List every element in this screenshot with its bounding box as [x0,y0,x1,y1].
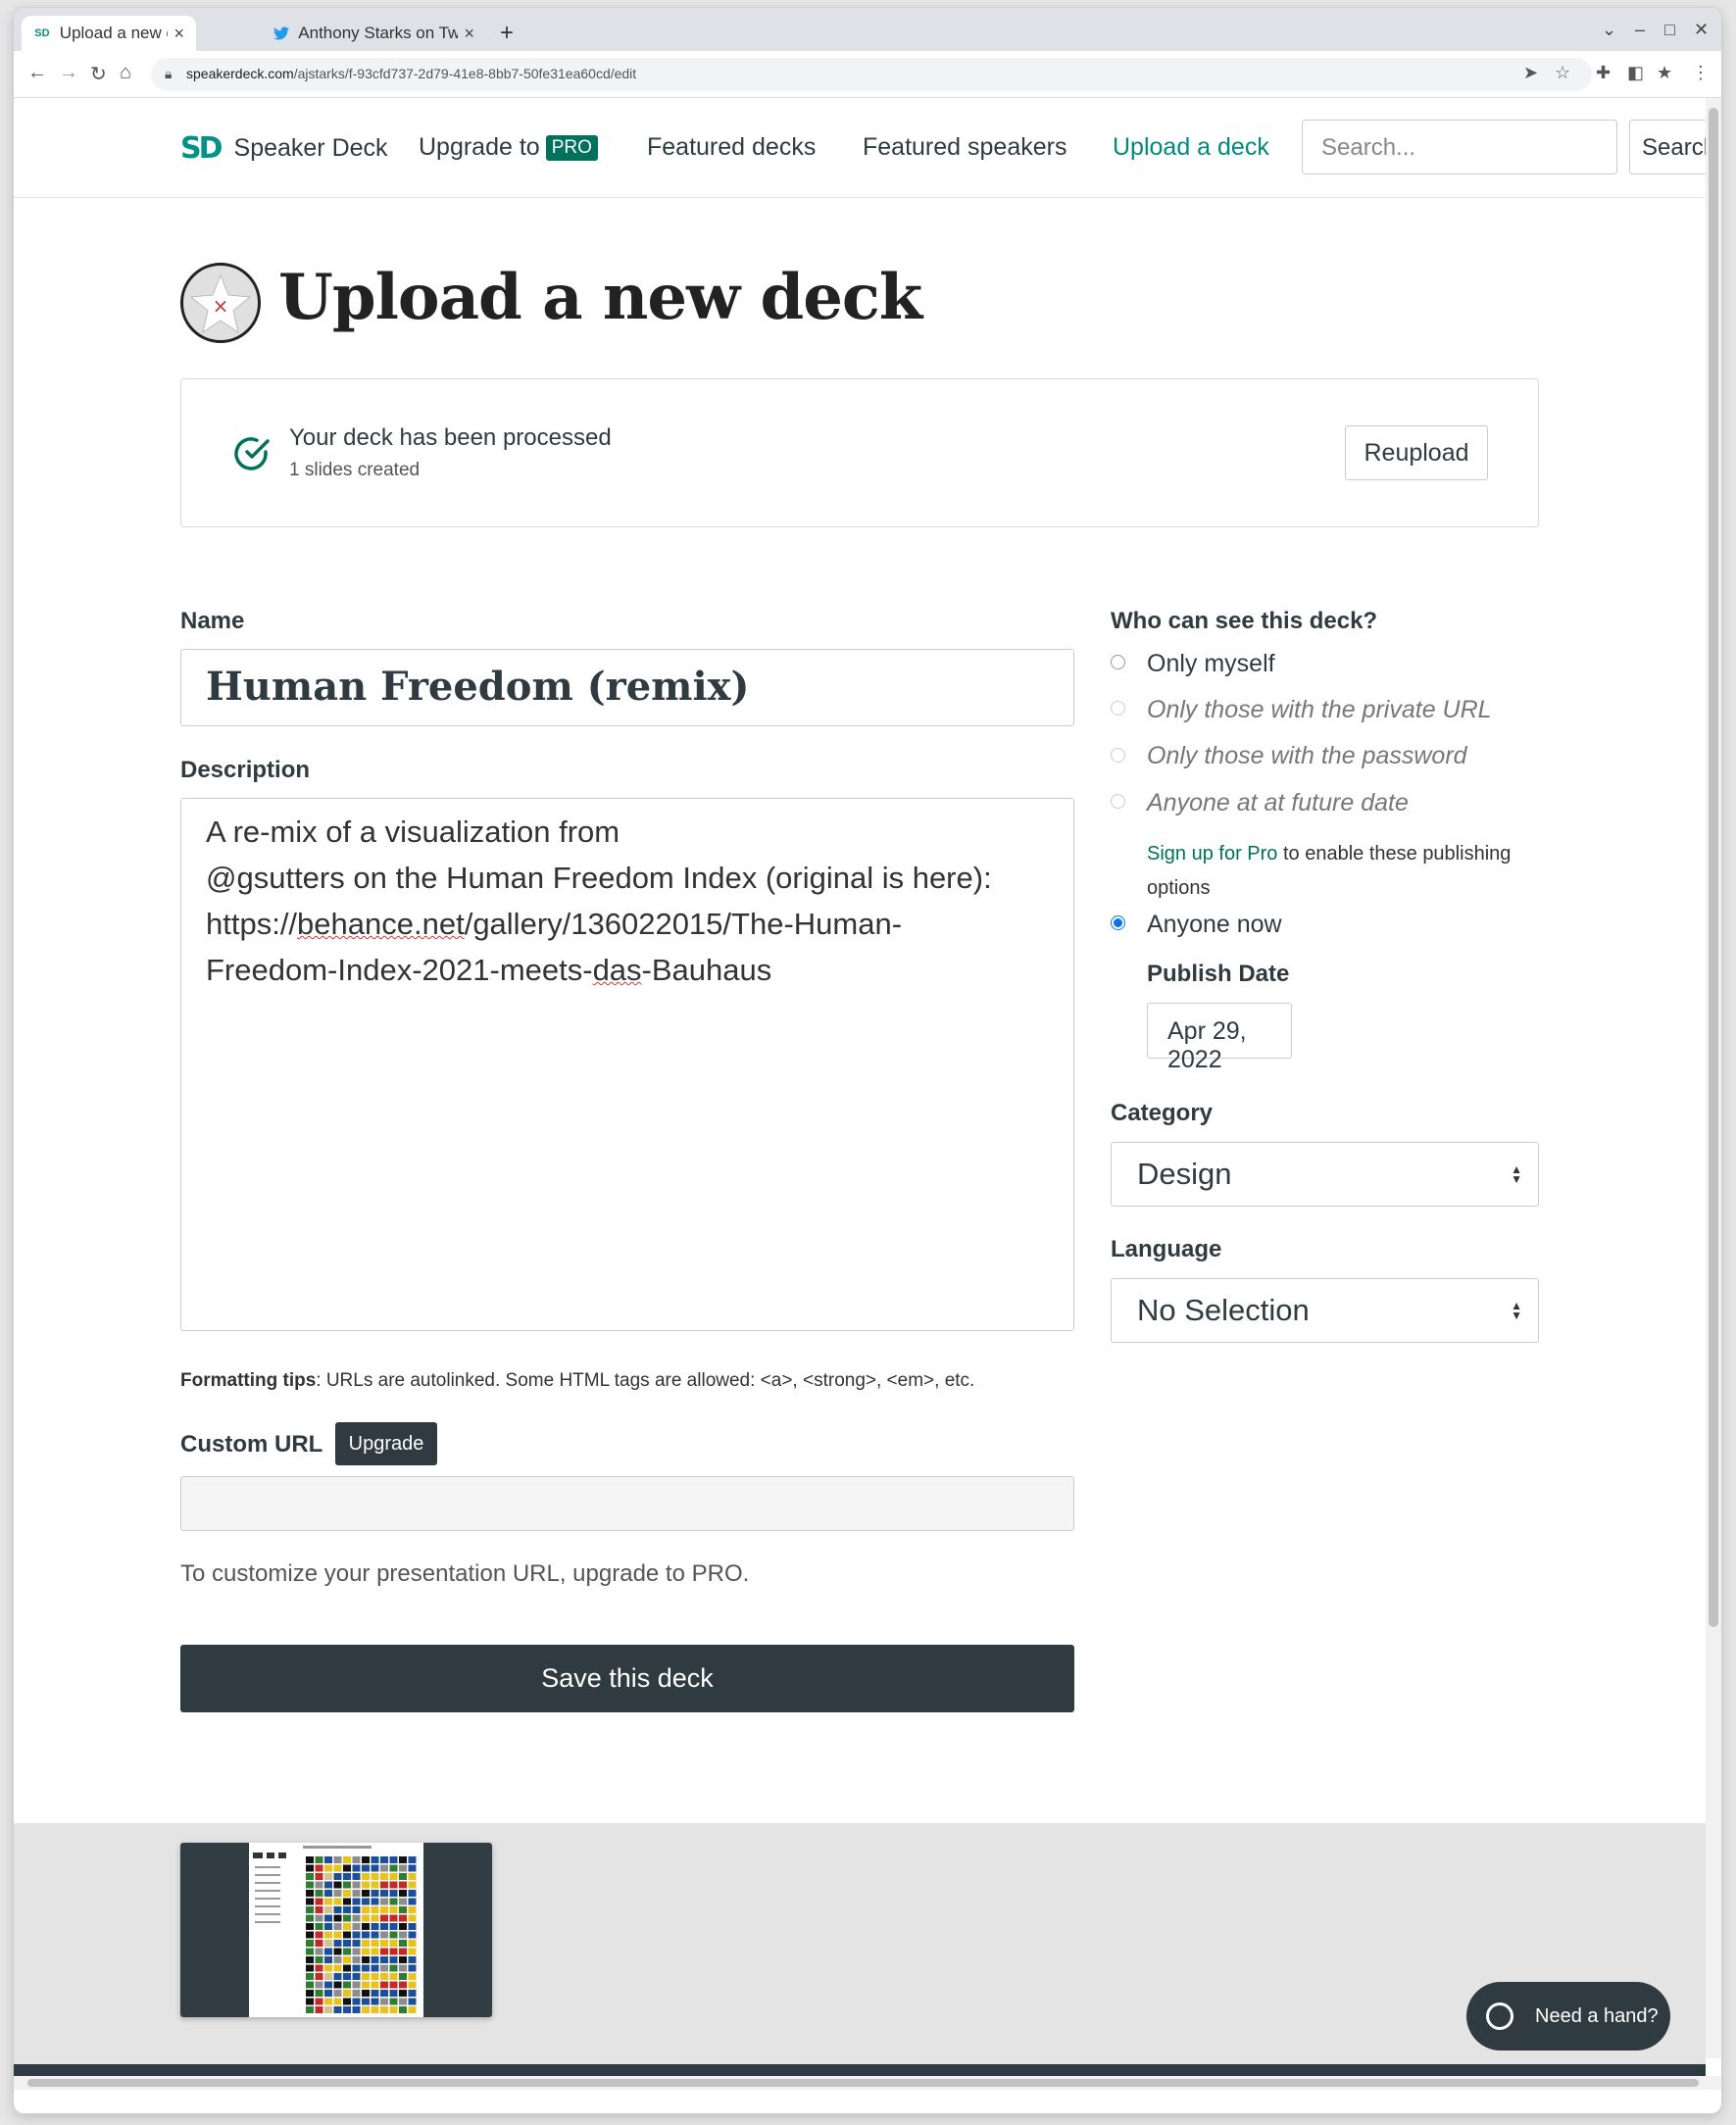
browser-window: SD Upload a new deck - Speaker Deck × An… [14,8,1721,2113]
description-textarea[interactable]: A re-mix of a visualization from @gsutte… [180,798,1074,1331]
logo-text: Speaker Deck [233,134,388,162]
extensions-icon[interactable]: ✚ [1596,63,1611,83]
page-title: Upload a new deck [278,261,922,334]
publish-date-label: Publish Date [1147,961,1290,987]
help-label: Need a hand? [1535,2004,1659,2027]
custom-url-input[interactable] [180,1476,1074,1531]
footer-bar [14,2064,1706,2076]
language-label: Language [1111,1236,1222,1262]
slide-preview-area: Need a hand? [14,1823,1706,2076]
back-icon[interactable]: ← [27,62,47,84]
status-title: Your deck has been processed [289,424,612,451]
check-circle-icon [234,437,270,470]
option-future-date: Anyone at at future date [1147,789,1409,816]
name-input[interactable]: Human Freedom (remix) [180,649,1074,726]
tab-speakerdeck[interactable]: SD Upload a new deck - Speaker Deck × [22,16,196,51]
upload-deck-link[interactable]: Upload a deck [1113,133,1269,162]
horizontal-scrollbar[interactable] [14,2076,1721,2090]
radio-only-myself[interactable] [1111,655,1125,669]
minimize-icon[interactable]: – [1635,20,1645,40]
radio-anyone-now[interactable] [1111,915,1125,930]
avatar: × [180,263,261,343]
search-button[interactable]: Search [1629,120,1717,174]
new-tab-icon[interactable]: + [500,20,514,47]
description-line: A re-mix of a visualization from [206,815,620,849]
profile-icon[interactable]: ★ [1657,63,1672,83]
speakerdeck-logo-icon: SD [180,131,223,166]
radio-future-date [1111,794,1125,809]
radio-password [1111,748,1125,763]
save-deck-button[interactable]: Save this deck [180,1645,1074,1712]
tab-twitter[interactable]: Anthony Starks on Twitter × [261,16,486,51]
description-label: Description [180,757,311,783]
bookmark-star-icon[interactable]: ☆ [1555,63,1570,83]
select-arrows-icon: ▲ ▼ [1511,1299,1522,1322]
tab-search-icon[interactable]: ⌄ [1602,20,1616,40]
maximize-icon[interactable]: □ [1664,20,1675,40]
site-header: SD Speaker Deck Upgrade to PRO Featured d… [14,98,1717,198]
forward-icon[interactable]: → [59,62,78,84]
option-anyone-now[interactable]: Anyone now [1147,911,1282,939]
featured-speakers-link[interactable]: Featured speakers [863,133,1066,162]
upgrade-button[interactable]: Upgrade [335,1422,437,1465]
lock-icon: 🔒︎ [165,66,173,81]
option-password: Only those with the password [1147,742,1467,769]
pro-badge: PRO [545,135,598,161]
help-chat-button[interactable]: Need a hand? [1466,1982,1670,2051]
custom-url-label: Custom URL [180,1431,323,1458]
speakerdeck-favicon-icon: SD [34,27,50,39]
speakerdeck-logo[interactable]: SD Speaker Deck [180,131,388,166]
select-arrows-icon: ▲ ▼ [1511,1162,1522,1186]
pro-upsell-text: Sign up for Pro to enable these publishi… [1147,843,1512,899]
twitter-favicon-icon [273,25,289,42]
slide-thumbnail[interactable] [180,1843,492,2017]
search-input[interactable]: Search... [1302,120,1617,174]
option-private-url: Only those with the private URL [1147,696,1492,723]
category-select[interactable]: Design ▲ ▼ [1111,1142,1539,1207]
svg-text:×: × [213,294,229,318]
tab-title: Anthony Starks on Twitter [298,24,459,42]
tab-title: Upload a new deck - Speaker Deck [59,24,169,42]
close-window-icon[interactable]: ✕ [1694,20,1709,40]
close-tab-icon[interactable]: × [174,24,184,44]
reload-icon[interactable]: ↻ [90,62,107,86]
visibility-label: Who can see this deck? [1111,608,1378,634]
category-label: Category [1111,1100,1214,1126]
url-text: speakerdeck.com/ajstarks/f-93cfd737-2d79… [186,66,637,81]
language-select[interactable]: No Selection ▲ ▼ [1111,1278,1539,1343]
description-line: Freedom-Index-2021-meets-das-Bauhaus [206,953,772,987]
status-subtitle: 1 slides created [289,460,421,480]
menu-icon[interactable]: ⋮ [1692,63,1710,83]
chat-bubble-icon [1486,2002,1513,2030]
custom-url-hint: To customize your presentation URL, upgr… [180,1560,750,1587]
processing-status-panel: Your deck has been processed 1 slides cr… [180,378,1539,527]
slide-grid-graphic [249,1843,423,2017]
name-label: Name [180,608,245,634]
tab-strip: SD Upload a new deck - Speaker Deck × An… [14,8,1721,51]
scrollbar-thumb[interactable] [1709,108,1718,1627]
address-bar: ← → ↻ ⌂ 🔒︎ speakerdeck.com/ajstarks/f-93… [14,51,1721,98]
upgrade-link[interactable]: Upgrade to PRO [419,133,598,162]
send-icon[interactable]: ➤ [1523,63,1538,83]
reupload-button[interactable]: Reupload [1345,425,1488,480]
publish-date-input[interactable]: Apr 29, 2022 [1147,1003,1292,1073]
featured-decks-link[interactable]: Featured decks [647,133,816,162]
star-avatar-icon: × [189,273,252,334]
slide-image [249,1843,423,2017]
side-panel-icon[interactable]: ◧ [1627,63,1644,83]
radio-private-url [1111,701,1125,716]
scrollbar-thumb[interactable] [27,2079,1699,2087]
description-line: https://behance.net/gallery/136022015/Th… [206,907,903,941]
vertical-scrollbar[interactable] [1706,98,1721,2058]
option-only-myself[interactable]: Only myself [1147,650,1275,678]
sign-up-pro-link[interactable]: Sign up for Pro [1147,843,1277,865]
home-icon[interactable]: ⌂ [120,62,131,84]
close-tab-icon[interactable]: × [464,24,474,44]
url-field[interactable]: 🔒︎ speakerdeck.com/ajstarks/f-93cfd737-2… [151,58,1592,91]
formatting-tips: Formatting tips: URLs are autolinked. So… [180,1370,975,1391]
description-line: @gsutters on the Human Freedom Index (or… [206,861,992,895]
